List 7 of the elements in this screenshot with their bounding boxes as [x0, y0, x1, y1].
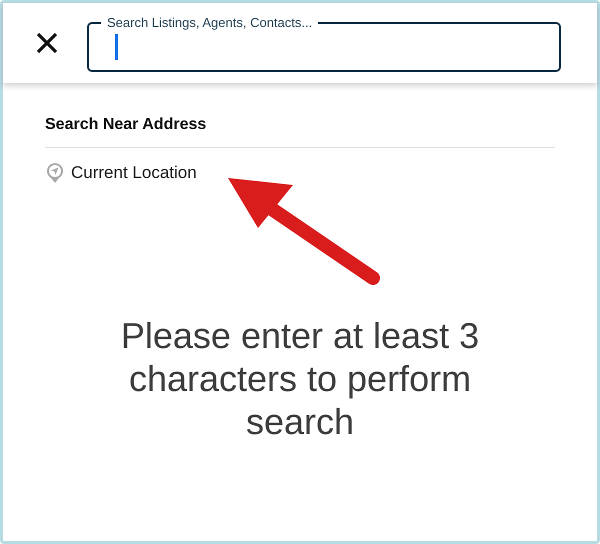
empty-message: Please enter at least 3 characters to perform search — [120, 314, 480, 444]
field-label: Search Listings, Agents, Contacts... — [106, 14, 314, 32]
text-cursor — [115, 34, 118, 60]
close-icon — [35, 31, 59, 55]
section-heading: Search Near Address — [45, 113, 555, 148]
location-item[interactable]: Current Location — [45, 160, 197, 186]
location-icon — [45, 162, 65, 184]
